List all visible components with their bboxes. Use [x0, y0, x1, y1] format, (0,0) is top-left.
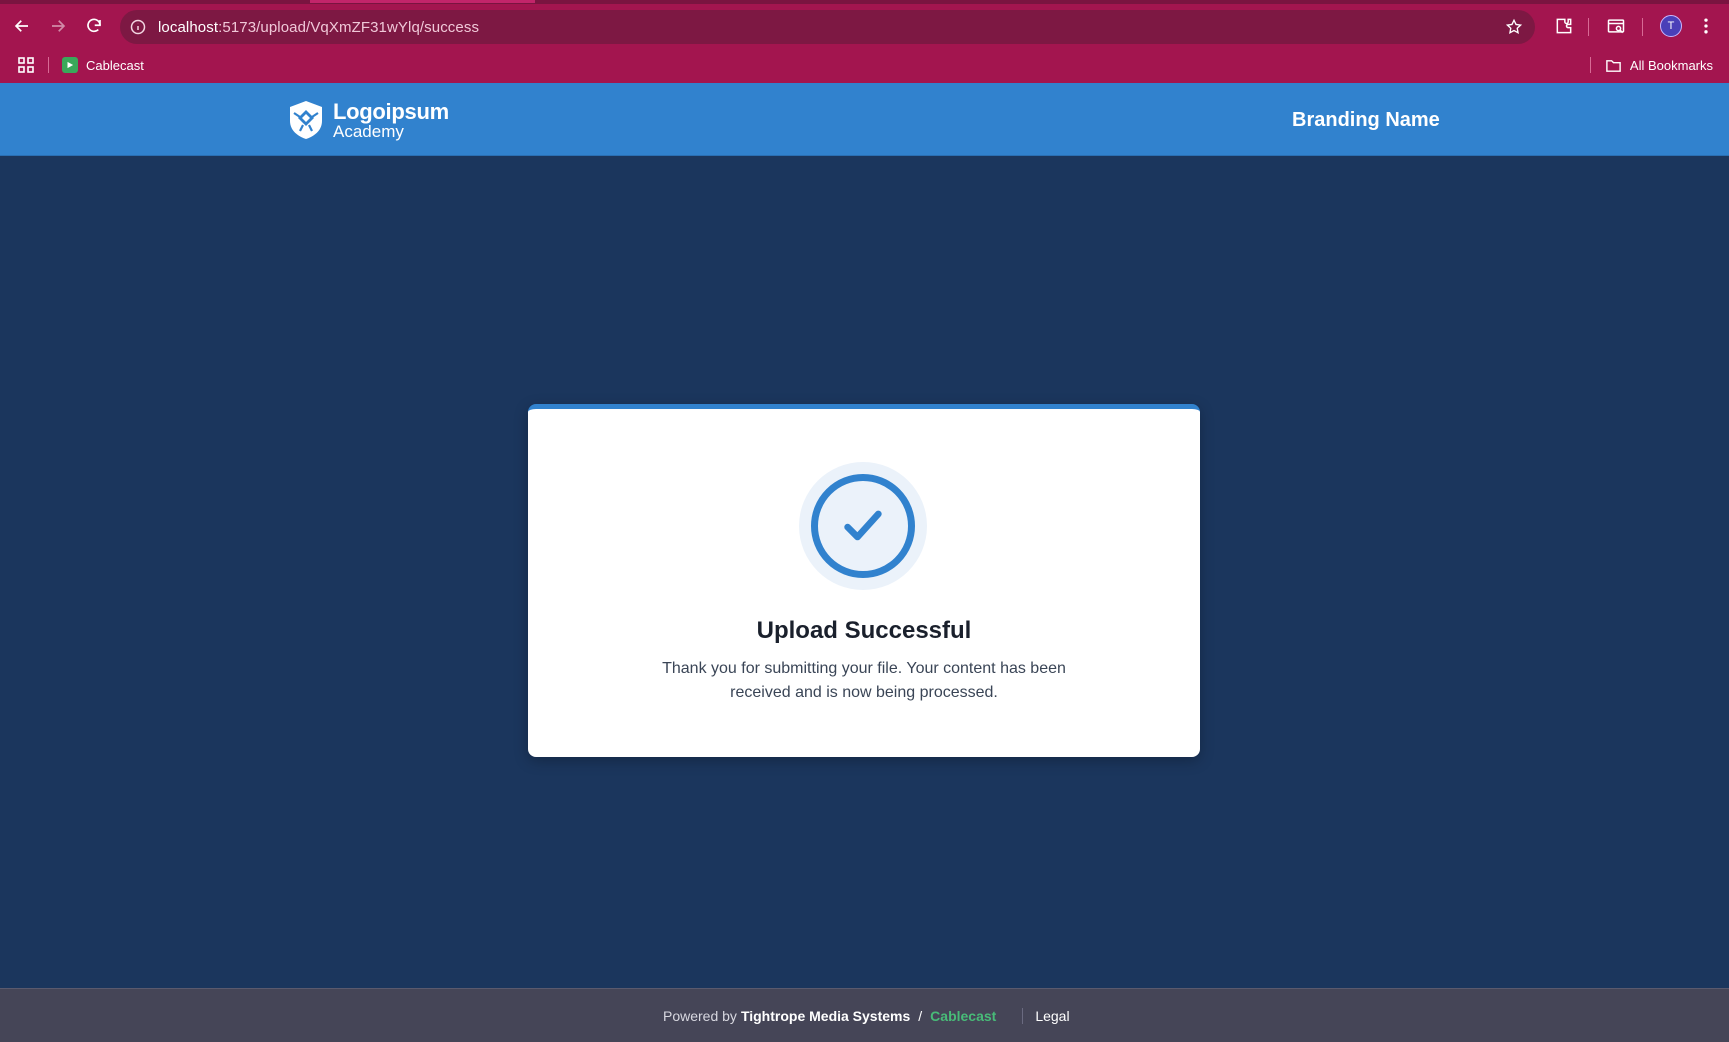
bookmark-label: Cablecast [86, 57, 144, 73]
bookmarks-divider [1590, 57, 1591, 73]
company-link[interactable]: Tightrope Media Systems [741, 1008, 910, 1024]
browser-chrome: localhost:5173/upload/VqXmZF31wYlq/succe… [0, 0, 1729, 83]
back-button[interactable] [8, 12, 36, 40]
site-info-icon[interactable] [130, 19, 146, 35]
extensions-icon[interactable] [1554, 16, 1574, 36]
branding-name: Branding Name [1292, 109, 1440, 131]
address-bar[interactable]: localhost:5173/upload/VqXmZF31wYlq/succe… [120, 10, 1535, 44]
apps-grid-icon[interactable] [17, 56, 35, 74]
url-text: localhost:5173/upload/VqXmZF31wYlq/succe… [158, 19, 479, 36]
logo[interactable]: Logoipsum Academy [287, 99, 449, 141]
checkmark-icon [844, 510, 882, 541]
menu-kebab-icon[interactable] [1696, 16, 1716, 36]
cablecast-favicon-icon [62, 57, 78, 73]
folder-icon [1606, 59, 1621, 72]
toolbar-divider [1642, 18, 1643, 36]
legal-link[interactable]: Legal [1035, 1008, 1069, 1024]
powered-by-text: Powered by [663, 1008, 737, 1024]
url-host: localhost [158, 18, 219, 36]
bookmark-cablecast[interactable]: Cablecast [62, 54, 144, 76]
bookmarks-bar: Cablecast All Bookmarks [0, 48, 1729, 82]
active-tab-indicator[interactable] [310, 0, 535, 3]
reading-mode-icon[interactable] [1606, 16, 1626, 36]
all-bookmarks-label: All Bookmarks [1629, 57, 1713, 73]
success-title: Upload Successful [756, 617, 972, 644]
forward-button[interactable] [44, 12, 72, 40]
toolbar-divider [1588, 18, 1589, 36]
reload-icon [87, 18, 101, 33]
site-footer: Powered by Tightrope Media Systems / Cab… [0, 988, 1729, 1042]
profile-avatar[interactable]: T [1660, 15, 1682, 37]
shield-logo-icon [290, 101, 322, 139]
bookmarks-divider [48, 57, 49, 73]
arrow-right-icon [52, 20, 66, 32]
upload-success-card: Upload Successful Thank you for submitti… [528, 404, 1200, 757]
footer-slash: / [918, 1008, 923, 1024]
success-message: Thank you for submitting your file. Your… [662, 660, 1066, 701]
reload-button[interactable] [80, 12, 108, 40]
check-circle-icon [811, 474, 915, 578]
browser-toolbar: localhost:5173/upload/VqXmZF31wYlq/succe… [0, 4, 1729, 48]
arrow-left-icon [14, 20, 28, 32]
logo-text: Logoipsum Academy [333, 98, 449, 141]
url-path: :5173/upload/VqXmZF31wYlq/success [218, 18, 480, 36]
success-icon-badge [799, 462, 927, 590]
logo-subtitle: Academy [333, 121, 404, 141]
bookmark-star-icon[interactable] [1505, 18, 1523, 36]
cablecast-link[interactable]: Cablecast [930, 1008, 996, 1024]
footer-credits: Powered by Tightrope Media Systems / Cab… [663, 1006, 1070, 1026]
all-bookmarks-button[interactable]: All Bookmarks [1605, 54, 1713, 76]
site-header: Logoipsum Academy Branding Name [0, 83, 1729, 156]
logo-title: Logoipsum [333, 98, 449, 124]
footer-divider [1022, 1008, 1024, 1024]
